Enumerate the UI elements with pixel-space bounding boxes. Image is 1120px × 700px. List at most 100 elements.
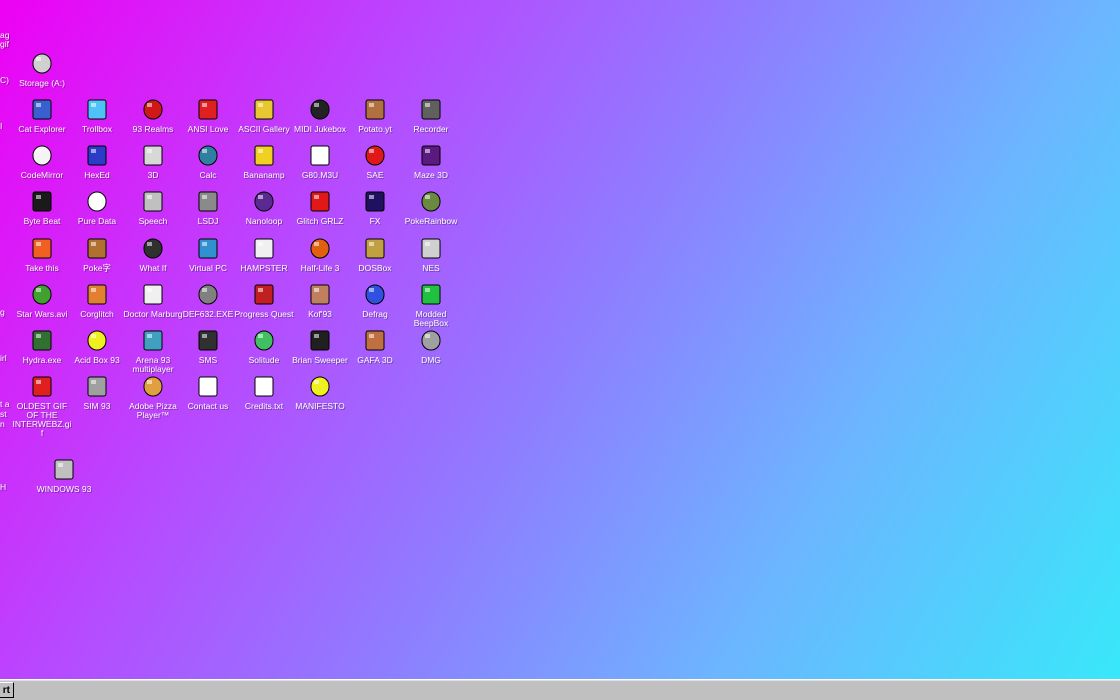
desktop-icon[interactable]: GAFA 3D xyxy=(345,328,405,365)
desktop-icon[interactable]: DEF632.EXE xyxy=(178,282,238,319)
desktop-icon[interactable]: 3D xyxy=(123,143,183,180)
desktop-icon[interactable]: HAMPSTER xyxy=(234,236,294,273)
lips-icon xyxy=(307,189,333,215)
bottle-icon xyxy=(251,328,277,354)
checkered-ball-icon xyxy=(362,143,388,169)
desktop-icon-label: Virtual PC xyxy=(188,263,228,273)
desktop-icon[interactable]: Kof'93 xyxy=(290,282,350,319)
desktop-icon[interactable]: Arena 93 multiplayer xyxy=(123,328,183,374)
desktop-icon[interactable]: Glitch GRLZ xyxy=(290,189,350,226)
desktop-icon-label: CodeMirror xyxy=(20,170,64,180)
desktop-icon[interactable]: SMS xyxy=(178,328,238,365)
desktop-icon-label: GAFA 3D xyxy=(357,355,393,365)
desktop-icon-label: Pure Data xyxy=(77,216,117,226)
desktop-icon[interactable]: Nanoloop xyxy=(234,189,294,226)
desktop-icon[interactable]: DMG xyxy=(401,328,461,365)
disk-drive-icon xyxy=(418,328,444,354)
desktop-icon[interactable]: Acid Box 93 xyxy=(67,328,127,365)
desktop-icon[interactable]: Maze 3D xyxy=(401,143,461,180)
desktop-icon[interactable]: HexEd xyxy=(67,143,127,180)
book-icon xyxy=(84,374,110,400)
desktop-icon-label: Storage (A:) xyxy=(19,78,65,88)
desktop-icon-label: SIM 93 xyxy=(83,401,111,411)
desktop-icon[interactable]: What If xyxy=(123,236,183,273)
gif-file-icon xyxy=(29,374,55,400)
desktop-icon[interactable]: Star Wars.avi xyxy=(12,282,72,319)
desktop-icon[interactable]: Contact us xyxy=(178,374,238,411)
desktop-icon[interactable]: Storage (A:) xyxy=(12,51,72,88)
desktop-icon-label: Contact us xyxy=(187,401,229,411)
calculator-icon xyxy=(195,143,221,169)
desktop-icon-label: Half-Life 3 xyxy=(300,263,340,273)
edge-label: gif xyxy=(0,39,9,49)
cube-icon xyxy=(140,328,166,354)
desktop-icon[interactable]: SAE xyxy=(345,143,405,180)
desktop-icon[interactable]: ASCII Gallery xyxy=(234,97,294,134)
desktop-icon[interactable]: SIM 93 xyxy=(67,374,127,411)
desktop-icon-label: Progress Quest xyxy=(234,309,294,319)
desktop-icon[interactable]: Hydra.exe xyxy=(12,328,72,365)
desktop-icon[interactable]: Solitude xyxy=(234,328,294,365)
desktop-icon[interactable]: DOSBox xyxy=(345,236,405,273)
desktop-icon-label: G80.M3U xyxy=(301,170,339,180)
pixel-people-icon xyxy=(418,189,444,215)
desktop-icon-label: SMS xyxy=(198,355,218,365)
desktop-icon[interactable]: Progress Quest xyxy=(234,282,294,319)
desktop-icon[interactable]: MIDI Jukebox xyxy=(290,97,350,134)
desktop-icon-label: DEF632.EXE xyxy=(182,309,234,319)
desktop-icon[interactable]: Trollbox xyxy=(67,97,127,134)
smiley-icon xyxy=(84,328,110,354)
small-monster-icon xyxy=(84,236,110,262)
desktop-icon[interactable]: NES xyxy=(401,236,461,273)
desktop-icon-label: Credits.txt xyxy=(244,401,284,411)
desktop-icon-label: Acid Box 93 xyxy=(74,355,120,365)
desktop-icon[interactable]: MANIFESTO xyxy=(290,374,350,411)
desktop-icon[interactable]: Take this xyxy=(12,236,72,273)
waveform-icon xyxy=(29,189,55,215)
desktop-icon[interactable]: LSDJ xyxy=(178,189,238,226)
pizza-icon xyxy=(140,374,166,400)
desktop-icon[interactable]: PokeRainbow xyxy=(401,189,461,226)
desktop-icon[interactable]: G80.M3U xyxy=(290,143,350,180)
desktop-icon[interactable]: Bananamp xyxy=(234,143,294,180)
desktop-icon-label: HAMPSTER xyxy=(240,263,288,273)
desktop-icon-label: Corglitch xyxy=(80,309,114,319)
desktop-icon[interactable]: WINDOWS 93 xyxy=(34,457,94,494)
microphone-icon xyxy=(418,97,444,123)
desktop-icon[interactable]: Virtual PC xyxy=(178,236,238,273)
question-mark-icon xyxy=(307,374,333,400)
desktop-icon[interactable]: Calc xyxy=(178,143,238,180)
start-button[interactable]: rt xyxy=(0,682,14,698)
desktop-icon[interactable]: Credits.txt xyxy=(234,374,294,411)
desktop-icon[interactable]: Poke字 xyxy=(67,236,127,273)
desktop-icon[interactable]: Doctor Marburg xyxy=(123,282,183,319)
desktop-icon[interactable]: Defrag xyxy=(345,282,405,319)
desktop-icon[interactable]: OLDEST GIF OF THE INTERWEBZ.gif xyxy=(12,374,72,438)
maze-icon xyxy=(418,143,444,169)
desktop-icon-label: Potato.yt xyxy=(358,124,392,134)
desktop-icon[interactable]: Brian Sweeper xyxy=(290,328,350,365)
desktop-icon[interactable]: Speech xyxy=(123,189,183,226)
desktop-icon[interactable]: Recorder xyxy=(401,97,461,134)
desktop-icon[interactable]: Half-Life 3 xyxy=(290,236,350,273)
desktop-icon-label: Trollbox xyxy=(82,124,112,134)
desktop-icon[interactable]: Cat Explorer xyxy=(12,97,72,134)
chat-bubbles-icon xyxy=(84,97,110,123)
lamb-icon xyxy=(29,143,55,169)
desktop-icon[interactable]: CodeMirror xyxy=(12,143,72,180)
desktop-icon[interactable]: FX xyxy=(345,189,405,226)
desktop-icon[interactable]: Corglitch xyxy=(67,282,127,319)
desktop-icon-label: Brian Sweeper xyxy=(292,355,348,365)
desktop-icon-label: Recorder xyxy=(413,124,449,134)
desktop-icon[interactable]: ANSI Love xyxy=(178,97,238,134)
fighter-portrait-icon xyxy=(307,282,333,308)
desktop-icon[interactable]: Modded BeepBox xyxy=(401,282,461,328)
gameboy-icon xyxy=(195,189,221,215)
desktop-icon[interactable]: Pure Data xyxy=(67,189,127,226)
potato-icon xyxy=(362,97,388,123)
desktop-icon[interactable]: Adobe Pizza Player™ xyxy=(123,374,183,420)
taskbar: rt xyxy=(0,679,1120,700)
desktop-icon[interactable]: Byte Beat xyxy=(12,189,72,226)
desktop-icon[interactable]: 93 Realms xyxy=(123,97,183,134)
desktop-icon[interactable]: Potato.yt xyxy=(345,97,405,134)
